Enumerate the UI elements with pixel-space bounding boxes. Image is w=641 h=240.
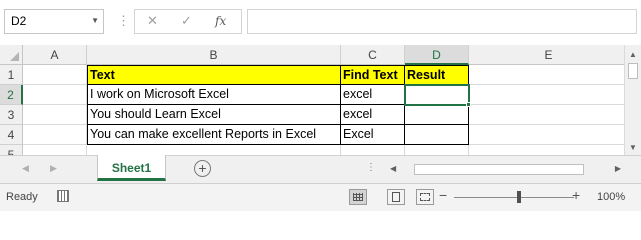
scroll-up-icon[interactable]: ▲ [629, 50, 637, 59]
cell-e4[interactable] [469, 125, 624, 145]
page-layout-icon [392, 192, 400, 202]
cell-b2[interactable]: I work on Microsoft Excel [87, 85, 341, 105]
cell-d4[interactable] [405, 125, 469, 145]
zoom-out-icon[interactable]: − [439, 187, 447, 203]
chevron-down-icon[interactable]: ▼ [91, 16, 99, 25]
cancel-icon[interactable]: ✕ [147, 13, 158, 29]
column-header-c[interactable]: C [341, 45, 405, 65]
formula-input[interactable] [247, 9, 637, 34]
scroll-left-icon[interactable]: ◀ [390, 164, 396, 173]
new-sheet-icon[interactable]: + [194, 160, 211, 177]
normal-view-icon [353, 193, 363, 201]
column-header-a[interactable]: A [23, 45, 87, 65]
page-break-preview-button[interactable] [416, 189, 434, 205]
cell-e3[interactable] [469, 105, 624, 125]
row-header-5[interactable]: 5 [0, 145, 23, 155]
name-box-value: D2 [11, 14, 27, 28]
cell-e2[interactable] [469, 85, 624, 105]
status-mode: Ready [6, 191, 38, 203]
select-all-triangle-icon [10, 52, 19, 61]
cell-b4[interactable]: You can make excellent Reports in Excel [87, 125, 341, 145]
worksheet-grid[interactable]: A B C D E 1 2 3 4 5 Text Find Text Resul… [0, 45, 624, 155]
column-header-d[interactable]: D [405, 45, 469, 65]
vertical-scroll-thumb[interactable] [628, 63, 638, 79]
row-header-3[interactable]: 3 [0, 105, 23, 125]
enter-icon[interactable]: ✓ [181, 13, 192, 29]
sheet-tab-sheet1[interactable]: Sheet1 [97, 155, 166, 181]
cell-e1[interactable] [469, 65, 624, 85]
cell-b5[interactable] [87, 145, 341, 155]
cell-a2[interactable] [23, 85, 87, 105]
horizontal-scrollbar[interactable]: ◀ ▶ [386, 162, 625, 177]
cell-a5[interactable] [23, 145, 87, 155]
select-all-button[interactable] [0, 45, 23, 65]
cell-c3[interactable]: excel [341, 105, 405, 125]
cell-c4[interactable]: Excel [341, 125, 405, 145]
cell-d1[interactable]: Result [405, 65, 469, 85]
cell-d3[interactable] [405, 105, 469, 125]
cell-d5[interactable] [405, 145, 469, 155]
fill-handle[interactable] [466, 102, 471, 107]
next-sheet-icon[interactable]: ▶ [50, 163, 57, 174]
cell-a4[interactable] [23, 125, 87, 145]
cell-b1[interactable]: Text [87, 65, 341, 85]
page-layout-view-button[interactable] [387, 189, 405, 205]
tab-split-handle-icon[interactable]: ⋮ [366, 162, 376, 173]
normal-view-button[interactable] [349, 189, 367, 205]
page-break-icon [420, 193, 430, 201]
cell-a3[interactable] [23, 105, 87, 125]
zoom-level[interactable]: 100% [597, 191, 625, 203]
zoom-slider-knob[interactable] [517, 191, 521, 203]
formula-buttons: ✕ ✓ fx [134, 9, 242, 34]
column-header-b[interactable]: B [87, 45, 341, 65]
cell-e5[interactable] [469, 145, 624, 155]
row-header-2[interactable]: 2 [0, 85, 23, 105]
zoom-in-icon[interactable]: + [572, 187, 580, 203]
column-header-e[interactable]: E [469, 45, 624, 65]
vertical-scrollbar[interactable]: ▲ ▼ [624, 45, 641, 155]
horizontal-scroll-thumb[interactable] [414, 164, 584, 175]
previous-sheet-icon[interactable]: ◀ [22, 163, 29, 174]
sheet-tab-bar: ◀ ▶ Sheet1 + ⋮ ◀ ▶ [0, 155, 641, 183]
zoom-slider-track[interactable] [454, 197, 574, 198]
cell-b3[interactable]: You should Learn Excel [87, 105, 341, 125]
cell-c1[interactable]: Find Text [341, 65, 405, 85]
cell-a1[interactable] [23, 65, 87, 85]
cell-c5[interactable] [341, 145, 405, 155]
cell-c2[interactable]: excel [341, 85, 405, 105]
insert-function-icon[interactable]: fx [215, 14, 226, 28]
status-bar: Ready − + 100% [0, 183, 641, 211]
drag-handle-icon[interactable]: ⋮ [117, 13, 130, 29]
name-box[interactable]: D2 ▼ [4, 9, 104, 34]
formula-bar-area: D2 ▼ ⋮ ✕ ✓ fx [0, 0, 641, 45]
scroll-down-icon[interactable]: ▼ [629, 143, 637, 152]
active-cell-outline [404, 84, 470, 106]
row-header-4[interactable]: 4 [0, 125, 23, 145]
row-header-1[interactable]: 1 [0, 65, 23, 85]
scroll-right-icon[interactable]: ▶ [615, 164, 621, 173]
record-macro-icon[interactable] [57, 190, 69, 202]
